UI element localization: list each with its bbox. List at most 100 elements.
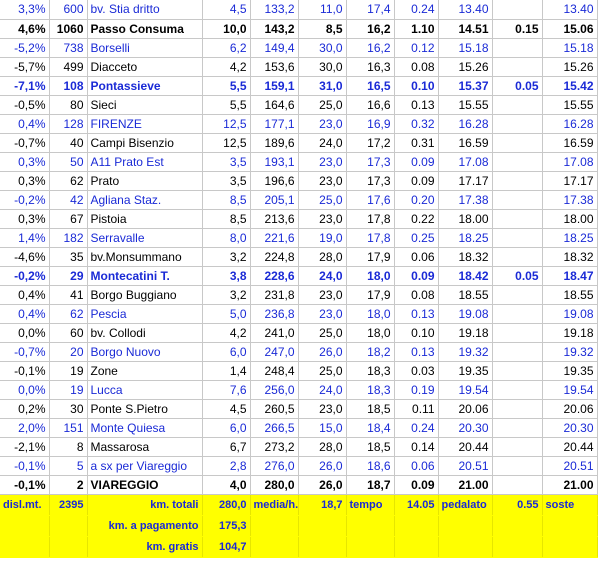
km-pagamento-label[interactable]: km. a pagamento: [87, 515, 203, 537]
location-name-cell[interactable]: Campi Bisenzio: [87, 133, 203, 153]
total-km-cell[interactable]: 177,1: [250, 114, 299, 134]
total-km-cell[interactable]: 164,6: [250, 95, 299, 115]
departure-time-cell[interactable]: 13.40: [542, 0, 598, 20]
average-speed-cell[interactable]: 17,4: [346, 0, 395, 20]
average-speed-cell[interactable]: 18,6: [346, 456, 395, 476]
clock-time-cell[interactable]: 17.38: [438, 190, 493, 210]
segment-km-cell[interactable]: 12,5: [202, 114, 251, 134]
grade-percent-cell[interactable]: 0,3%: [0, 209, 50, 229]
altitude-cell[interactable]: 19: [49, 380, 88, 400]
segment-km-cell[interactable]: 3,5: [202, 152, 251, 172]
stop-duration-cell[interactable]: [492, 437, 543, 457]
segment-km-cell[interactable]: 10,0: [202, 19, 251, 39]
soste-label[interactable]: soste: [542, 494, 598, 516]
segment-km-cell[interactable]: 12,5: [202, 133, 251, 153]
average-speed-cell[interactable]: 18,3: [346, 380, 395, 400]
location-name-cell[interactable]: Zone: [87, 361, 203, 381]
stop-duration-cell[interactable]: [492, 133, 543, 153]
grade-percent-cell[interactable]: -0,1%: [0, 361, 50, 381]
altitude-cell[interactable]: 182: [49, 228, 88, 248]
segment-time-cell[interactable]: 0.19: [394, 380, 439, 400]
average-speed-cell[interactable]: 16,9: [346, 114, 395, 134]
segment-speed-cell[interactable]: 24,0: [298, 133, 347, 153]
empty-cell[interactable]: [298, 536, 347, 558]
departure-time-cell[interactable]: 19.54: [542, 380, 598, 400]
grade-percent-cell[interactable]: -0,1%: [0, 475, 50, 495]
segment-speed-cell[interactable]: 11,0: [298, 0, 347, 20]
average-speed-cell[interactable]: 18,4: [346, 418, 395, 438]
altitude-cell[interactable]: 108: [49, 76, 88, 96]
segment-time-cell[interactable]: 0.06: [394, 247, 439, 267]
segment-km-cell[interactable]: 6,0: [202, 418, 251, 438]
total-km-cell[interactable]: 276,0: [250, 456, 299, 476]
segment-km-cell[interactable]: 4,2: [202, 323, 251, 343]
total-km-cell[interactable]: 189,6: [250, 133, 299, 153]
average-speed-cell[interactable]: 18,7: [346, 475, 395, 495]
segment-km-cell[interactable]: 4,5: [202, 0, 251, 20]
total-km-cell[interactable]: 260,5: [250, 399, 299, 419]
location-name-cell[interactable]: Diacceto: [87, 57, 203, 77]
altitude-cell[interactable]: 1060: [49, 19, 88, 39]
grade-percent-cell[interactable]: -0,1%: [0, 456, 50, 476]
location-name-cell[interactable]: bv. Stia dritto: [87, 0, 203, 20]
empty-cell[interactable]: [0, 536, 50, 558]
average-speed-cell[interactable]: 17,3: [346, 152, 395, 172]
altitude-cell[interactable]: 128: [49, 114, 88, 134]
stop-duration-cell[interactable]: [492, 0, 543, 20]
segment-speed-cell[interactable]: 31,0: [298, 76, 347, 96]
location-name-cell[interactable]: Sieci: [87, 95, 203, 115]
stop-duration-cell[interactable]: 0.05: [492, 266, 543, 286]
total-km-cell[interactable]: 196,6: [250, 171, 299, 191]
location-name-cell[interactable]: Pontassieve: [87, 76, 203, 96]
total-km-cell[interactable]: 221,6: [250, 228, 299, 248]
grade-percent-cell[interactable]: 0,3%: [0, 171, 50, 191]
average-speed-cell[interactable]: 16,5: [346, 76, 395, 96]
departure-time-cell[interactable]: 15.18: [542, 38, 598, 58]
clock-time-cell[interactable]: 19.08: [438, 304, 493, 324]
grade-percent-cell[interactable]: 3,3%: [0, 0, 50, 20]
altitude-cell[interactable]: 50: [49, 152, 88, 172]
media-label[interactable]: media/h.: [250, 494, 299, 516]
clock-time-cell[interactable]: 20.06: [438, 399, 493, 419]
total-km-cell[interactable]: 133,2: [250, 0, 299, 20]
departure-time-cell[interactable]: 16.59: [542, 133, 598, 153]
altitude-cell[interactable]: 42: [49, 190, 88, 210]
total-km-cell[interactable]: 256,0: [250, 380, 299, 400]
departure-time-cell[interactable]: 15.55: [542, 95, 598, 115]
empty-cell[interactable]: [346, 515, 395, 537]
total-km-cell[interactable]: 280,0: [250, 475, 299, 495]
segment-time-cell[interactable]: 0.20: [394, 190, 439, 210]
segment-km-cell[interactable]: 8,5: [202, 190, 251, 210]
segment-time-cell[interactable]: 1.10: [394, 19, 439, 39]
segment-km-cell[interactable]: 7,6: [202, 380, 251, 400]
clock-time-cell[interactable]: 16.59: [438, 133, 493, 153]
clock-time-cell[interactable]: 19.32: [438, 342, 493, 362]
segment-km-cell[interactable]: 3,5: [202, 171, 251, 191]
grade-percent-cell[interactable]: 1,4%: [0, 228, 50, 248]
segment-km-cell[interactable]: 5,0: [202, 304, 251, 324]
total-km-cell[interactable]: 248,4: [250, 361, 299, 381]
clock-time-cell[interactable]: 15.18: [438, 38, 493, 58]
pedalato-label[interactable]: pedalato: [438, 494, 493, 516]
departure-time-cell[interactable]: 19.18: [542, 323, 598, 343]
grade-percent-cell[interactable]: 0,4%: [0, 114, 50, 134]
departure-time-cell[interactable]: 15.42: [542, 76, 598, 96]
location-name-cell[interactable]: Serravalle: [87, 228, 203, 248]
location-name-cell[interactable]: Borselli: [87, 38, 203, 58]
location-name-cell[interactable]: Lucca: [87, 380, 203, 400]
departure-time-cell[interactable]: 19.32: [542, 342, 598, 362]
clock-time-cell[interactable]: 13.40: [438, 0, 493, 20]
altitude-cell[interactable]: 20: [49, 342, 88, 362]
departure-time-cell[interactable]: 19.08: [542, 304, 598, 324]
altitude-cell[interactable]: 29: [49, 266, 88, 286]
total-km-cell[interactable]: 241,0: [250, 323, 299, 343]
segment-time-cell[interactable]: 0.03: [394, 361, 439, 381]
segment-time-cell[interactable]: 0.13: [394, 304, 439, 324]
stop-duration-cell[interactable]: [492, 285, 543, 305]
clock-time-cell[interactable]: 18.25: [438, 228, 493, 248]
departure-time-cell[interactable]: 18.55: [542, 285, 598, 305]
media-value[interactable]: 18,7: [298, 494, 347, 516]
empty-cell[interactable]: [438, 515, 493, 537]
segment-km-cell[interactable]: 4,2: [202, 57, 251, 77]
segment-speed-cell[interactable]: 25,0: [298, 361, 347, 381]
